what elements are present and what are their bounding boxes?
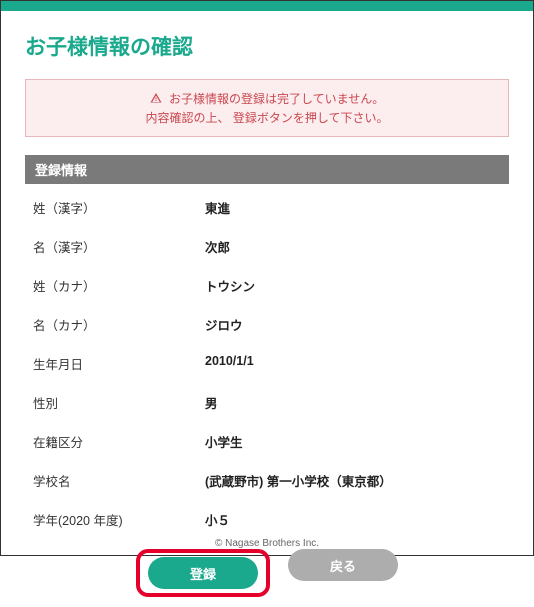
- field-value: ジロウ: [205, 315, 509, 334]
- field-label: 姓（漢字）: [25, 198, 205, 217]
- page-title: お子様情報の確認: [25, 31, 509, 61]
- section-header: 登録情報: [25, 155, 509, 184]
- field-label: 生年月日: [25, 354, 205, 373]
- field-label: 性別: [25, 393, 205, 412]
- field-value: 次郎: [205, 237, 509, 256]
- field-row: 姓（カナ） トウシン: [25, 276, 509, 295]
- alert-text-1: お子様情報の登録は完了していません。: [169, 92, 384, 106]
- action-bar: 登録 戻る: [25, 549, 509, 597]
- back-button[interactable]: 戻る: [288, 549, 398, 581]
- field-row: 名（カナ） ジロウ: [25, 315, 509, 334]
- top-accent-bar: [1, 1, 533, 11]
- field-label: 学校名: [25, 471, 205, 490]
- alert-box: お子様情報の登録は完了していません。 内容確認の上、 登録ボタンを押して下さい。: [25, 79, 509, 137]
- field-label: 名（漢字）: [25, 237, 205, 256]
- alert-text-2: 内容確認の上、 登録ボタンを押して下さい。: [34, 109, 500, 126]
- field-value: (武蔵野市) 第一小学校（東京都）: [205, 471, 509, 490]
- field-row: 姓（漢字） 東進: [25, 198, 509, 217]
- field-value: 男: [205, 393, 509, 412]
- field-row: 在籍区分 小学生: [25, 432, 509, 451]
- field-label: 姓（カナ）: [25, 276, 205, 295]
- register-highlight: 登録: [136, 549, 270, 597]
- field-row: 生年月日 2010/1/1: [25, 354, 509, 373]
- field-row: 性別 男: [25, 393, 509, 412]
- field-row: 学校名 (武蔵野市) 第一小学校（東京都）: [25, 471, 509, 490]
- field-label: 在籍区分: [25, 432, 205, 451]
- register-button[interactable]: 登録: [148, 557, 258, 589]
- field-label: 名（カナ）: [25, 315, 205, 334]
- warning-icon: [150, 92, 162, 107]
- content-area: お子様情報の確認 お子様情報の登録は完了していません。 内容確認の上、 登録ボタ…: [1, 11, 533, 607]
- footer-copyright: © Nagase Brothers Inc.: [1, 538, 533, 549]
- field-value: 小５: [205, 510, 509, 529]
- field-label: 学年(2020 年度): [25, 510, 205, 529]
- field-row: 名（漢字） 次郎: [25, 237, 509, 256]
- field-value: 小学生: [205, 432, 509, 451]
- field-row: 学年(2020 年度) 小５: [25, 510, 509, 529]
- field-value: 東進: [205, 198, 509, 217]
- field-value: 2010/1/1: [205, 354, 509, 373]
- field-value: トウシン: [205, 276, 509, 295]
- field-list: 姓（漢字） 東進 名（漢字） 次郎 姓（カナ） トウシン 名（カナ） ジロウ 生…: [25, 198, 509, 529]
